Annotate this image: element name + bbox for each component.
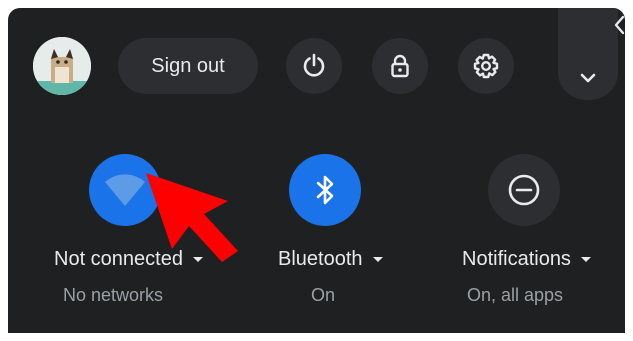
notifications-status: On, all apps — [467, 285, 564, 305]
notifications-toggle[interactable] — [488, 154, 560, 226]
quick-settings-panel: Sign out Not connected No networks Bluet… — [8, 8, 625, 333]
caret-down-icon — [580, 257, 591, 262]
gear-icon — [473, 53, 499, 79]
avatar[interactable] — [33, 37, 91, 95]
bluetooth-settings-button[interactable]: Bluetooth — [278, 248, 383, 271]
chevron-down-icon — [580, 73, 596, 83]
bluetooth-label: Bluetooth — [278, 248, 363, 270]
caret-down-icon — [372, 257, 383, 262]
bluetooth-status: On — [311, 285, 336, 305]
chevron-left-icon[interactable] — [612, 14, 625, 36]
bluetooth-toggle[interactable] — [289, 154, 361, 226]
sign-out-button[interactable]: Sign out — [118, 38, 258, 94]
settings-button[interactable] — [458, 38, 514, 94]
lock-icon — [391, 54, 409, 78]
bluetooth-icon — [316, 175, 334, 205]
notifications-label: Notifications — [462, 248, 571, 270]
wifi-icon — [105, 174, 145, 206]
expand-button[interactable] — [558, 8, 618, 100]
notifications-settings-button[interactable]: Notifications — [462, 248, 591, 271]
power-icon — [303, 53, 325, 77]
network-status: No networks — [63, 285, 164, 305]
cat-avatar-image — [33, 37, 91, 95]
do-not-disturb-icon — [508, 174, 540, 206]
arrow-cursor-icon — [146, 173, 238, 262]
lock-button[interactable] — [372, 38, 428, 94]
power-button[interactable] — [286, 38, 342, 94]
